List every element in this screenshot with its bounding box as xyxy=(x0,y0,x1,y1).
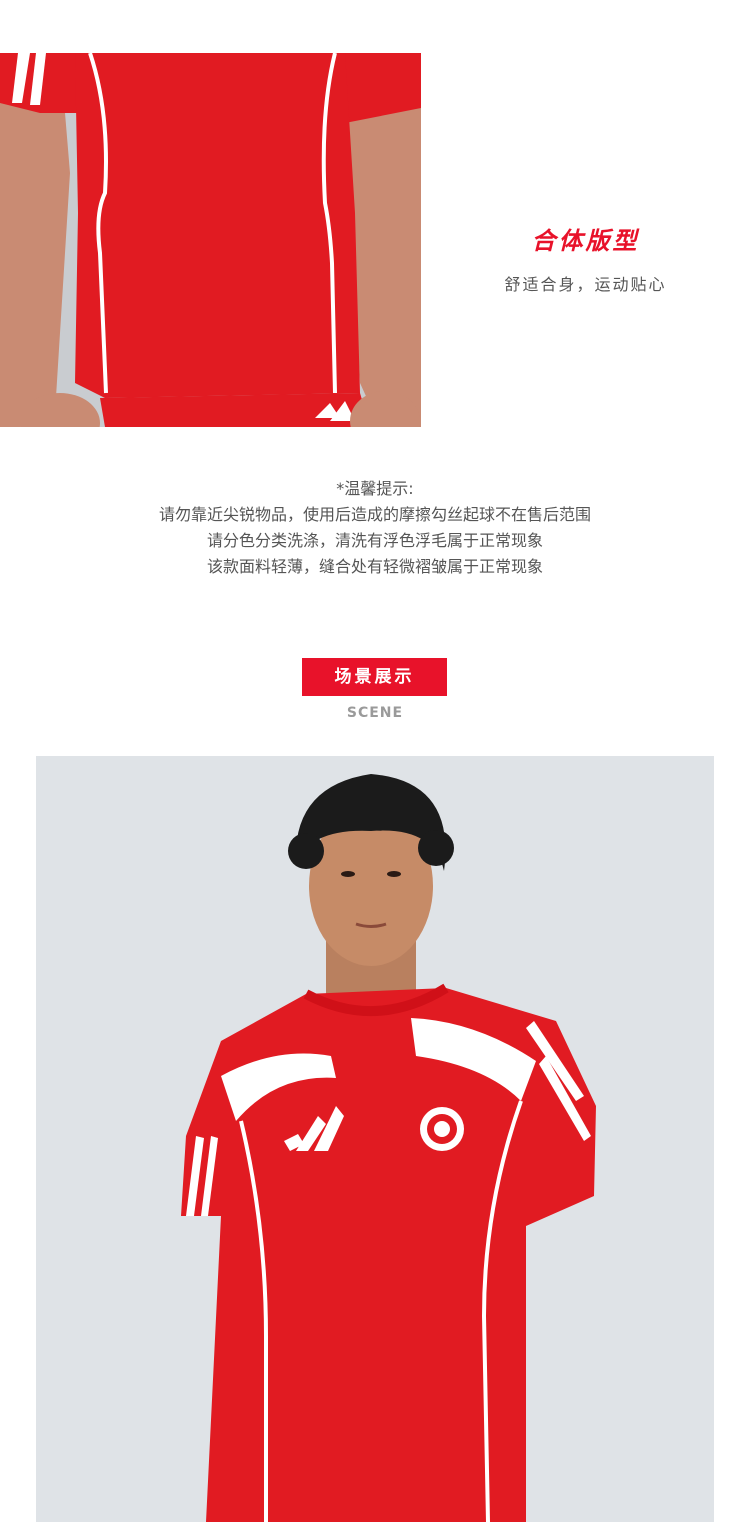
care-line: 请分色分类洗涤，清洗有浮色浮毛属于正常现象 xyxy=(206,531,543,550)
fit-title: 合体版型 xyxy=(531,227,640,255)
fit-subtitle: 舒适合身，运动贴心 xyxy=(504,275,667,294)
fit-feature-text: 合体版型 舒适合身，运动贴心 xyxy=(421,53,750,427)
care-notice: *温馨提示: 请勿靠近尖锐物品，使用后造成的摩擦勾丝起球不在售后范围 请分色分类… xyxy=(0,476,750,580)
care-heading: *温馨提示: xyxy=(336,479,414,498)
fit-product-photo xyxy=(0,53,421,427)
scene-title-badge: 场景展示 xyxy=(302,658,447,696)
care-line: 该款面料轻薄，缝合处有轻微褶皱属于正常现象 xyxy=(206,557,543,576)
care-line: 请勿靠近尖锐物品，使用后造成的摩擦勾丝起球不在售后范围 xyxy=(158,505,591,524)
scene-subtitle: SCENE xyxy=(346,705,404,721)
scene-model-photo xyxy=(36,756,714,1522)
